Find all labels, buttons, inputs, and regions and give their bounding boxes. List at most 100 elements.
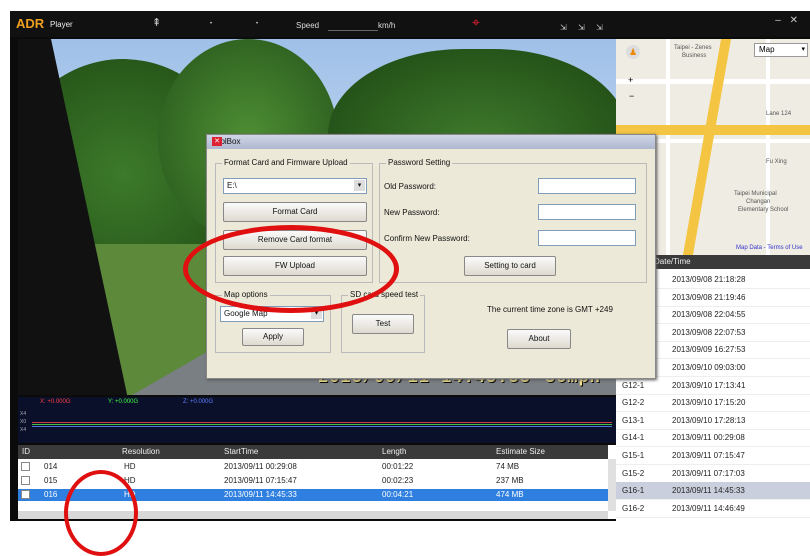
- list-item-time: 2013/09/11 14:46:49: [672, 503, 745, 513]
- map-label: Taipei Municipal: [734, 191, 777, 197]
- row-checkbox[interactable]: [21, 476, 30, 485]
- table-header: ID Resolution StartTime Length Estimate …: [18, 445, 608, 459]
- pegman-icon[interactable]: ♟: [626, 45, 640, 59]
- g-sensor-z-line: [32, 426, 612, 427]
- target-crosshair-icon[interactable]: ⌖: [472, 14, 480, 31]
- confirm-password-field[interactable]: [538, 230, 636, 246]
- g-sensor-y-label: Y: +0.000G: [108, 399, 139, 405]
- map-zoom-control[interactable]: ♟ + −: [626, 45, 640, 125]
- g-sensor-x-line: [32, 422, 612, 423]
- cell-size: 74 MB: [496, 462, 520, 471]
- list-item-time: 2013/09/11 07:17:03: [672, 468, 745, 478]
- g-sensor-axis-label: X4: [20, 411, 27, 417]
- speed-label: Speed: [296, 21, 320, 30]
- list-item-time: 2013/09/10 17:28:13: [672, 415, 746, 425]
- dialog-title-bar: ToolBox ✕: [207, 135, 655, 149]
- column-header-resolution[interactable]: Resolution: [122, 447, 160, 456]
- old-password-field[interactable]: [538, 178, 636, 194]
- view-mode-2-icon[interactable]: ⇲: [578, 23, 585, 32]
- new-password-label: New Password:: [384, 208, 440, 217]
- view-mode-1-icon[interactable]: ⇲: [560, 23, 567, 32]
- cell-size: 237 MB: [496, 476, 524, 485]
- map-road: [666, 39, 670, 255]
- map-label: Fu Xing: [766, 159, 787, 165]
- list-item-id: G13-1: [622, 415, 645, 425]
- row-checkbox[interactable]: [21, 490, 30, 499]
- cell-length: 00:04:21: [382, 490, 414, 499]
- map-type-value: Map: [759, 45, 775, 54]
- map-highway: [682, 39, 732, 255]
- new-password-field[interactable]: [538, 204, 636, 220]
- column-header-starttime[interactable]: StartTime: [224, 447, 258, 456]
- map-type-select[interactable]: Map ▾: [754, 43, 808, 57]
- cell-starttime: 2013/09/11 00:29:08: [224, 462, 297, 471]
- chevron-down-icon: ▾: [801, 46, 805, 53]
- list-item-id: G16-1: [622, 486, 645, 496]
- list-item[interactable]: G14-1 2013/09/11 00:29:08: [616, 429, 810, 448]
- list-item[interactable]: G12-1 2013/09/10 17:13:41: [616, 377, 810, 395]
- minimize-icon[interactable]: –: [775, 15, 781, 26]
- list-item-time: 2013/09/11 00:29:08: [672, 433, 745, 443]
- setting-to-card-button[interactable]: Setting to card: [464, 256, 556, 276]
- view-mode-3-icon[interactable]: ⇲: [596, 23, 603, 32]
- map-label: Lane 124: [766, 111, 792, 117]
- g-sensor-y-line: [32, 424, 612, 425]
- zoom-in-icon[interactable]: +: [628, 75, 633, 85]
- about-button[interactable]: About: [507, 329, 571, 349]
- map-label: Changan: [746, 199, 771, 205]
- table-vertical-scrollbar[interactable]: [608, 459, 616, 511]
- column-header-size[interactable]: Estimate Size: [496, 447, 545, 456]
- cell-id: 015: [44, 476, 58, 485]
- list-item-id: G15-2: [622, 468, 645, 478]
- list-item[interactable]: G15-1 2013/09/11 07:15:47: [616, 447, 810, 465]
- list-item-time: 2013/09/10 09:03:00: [672, 363, 746, 372]
- cell-length: 00:02:23: [382, 476, 414, 485]
- old-password-label: Old Password:: [384, 182, 437, 191]
- drive-select[interactable]: E:\ ▾: [223, 178, 367, 194]
- speed-unit-label: km/h: [378, 21, 396, 30]
- list-item[interactable]: G12-2 2013/09/10 17:15:20: [616, 394, 810, 413]
- zoom-out-icon[interactable]: −: [629, 91, 634, 101]
- window-controls: – ✕: [775, 15, 798, 26]
- g-sensor-axis-label: X4: [20, 427, 27, 433]
- password-group: Password Setting Old Password: New Passw…: [379, 158, 647, 283]
- title-bar: ADR Player ⇞ • • Speed km/h ⌖ ⇲ ⇲ ⇲ – ✕: [10, 11, 810, 37]
- list-item[interactable]: G13-1 2013/09/10 17:28:13: [616, 412, 810, 430]
- list-item-time: 2013/09/11 07:15:47: [672, 451, 745, 460]
- drive-select-value: E:\: [227, 181, 237, 190]
- column-header-length[interactable]: Length: [382, 447, 406, 456]
- row-checkbox[interactable]: [21, 462, 30, 471]
- list-item[interactable]: G16-1 2013/09/11 14:45:33: [616, 482, 810, 501]
- format-group-label: Format Card and Firmware Upload: [222, 158, 350, 167]
- cell-size: 474 MB: [496, 490, 524, 499]
- format-card-button[interactable]: Format Card: [223, 202, 367, 222]
- g-sensor-x-label: X: +0.000G: [40, 399, 71, 405]
- list-item-time: 2013/09/08 22:07:53: [672, 327, 746, 337]
- g-sensor-z-label: Z: +0.000G: [183, 399, 214, 405]
- playback-control-icon[interactable]: ⇞: [152, 16, 161, 29]
- list-item[interactable]: G16-2 2013/09/11 14:46:49: [616, 500, 810, 518]
- g-sensor-graph: X: +0.000G Y: +0.000G Z: +0.000G X4 X0 X…: [18, 397, 616, 443]
- cell-id: 014: [44, 462, 58, 471]
- list-item-time: 2013/09/08 21:19:46: [672, 292, 746, 302]
- map-terms-link[interactable]: Map Data - Terms of Use: [736, 245, 803, 251]
- test-button[interactable]: Test: [352, 314, 414, 334]
- list-item[interactable]: G15-2 2013/09/11 07:17:03: [616, 465, 810, 483]
- column-header-id[interactable]: ID: [22, 447, 30, 456]
- close-icon[interactable]: ✕: [790, 15, 798, 26]
- password-group-label: Password Setting: [386, 158, 453, 167]
- toolbar-dot-icon[interactable]: •: [210, 21, 212, 27]
- list-item-id: G15-1: [622, 451, 645, 460]
- list-item-time: 2013/09/08 21:18:28: [672, 275, 746, 284]
- list-header-label: Date/Time: [654, 257, 691, 266]
- highlight-circle-annotation: [64, 470, 138, 556]
- toolbar-dot-icon[interactable]: •: [256, 21, 258, 27]
- close-icon[interactable]: ✕: [212, 137, 222, 146]
- app-logo: ADR: [16, 16, 45, 31]
- list-item-id: G12-2: [622, 398, 645, 408]
- app-subtitle: Player: [50, 20, 73, 29]
- list-item-time: 2013/09/10 17:15:20: [672, 398, 746, 408]
- map-label: Elementary School: [738, 207, 789, 213]
- cell-resolution: HD: [124, 462, 136, 471]
- apply-button[interactable]: Apply: [242, 328, 304, 346]
